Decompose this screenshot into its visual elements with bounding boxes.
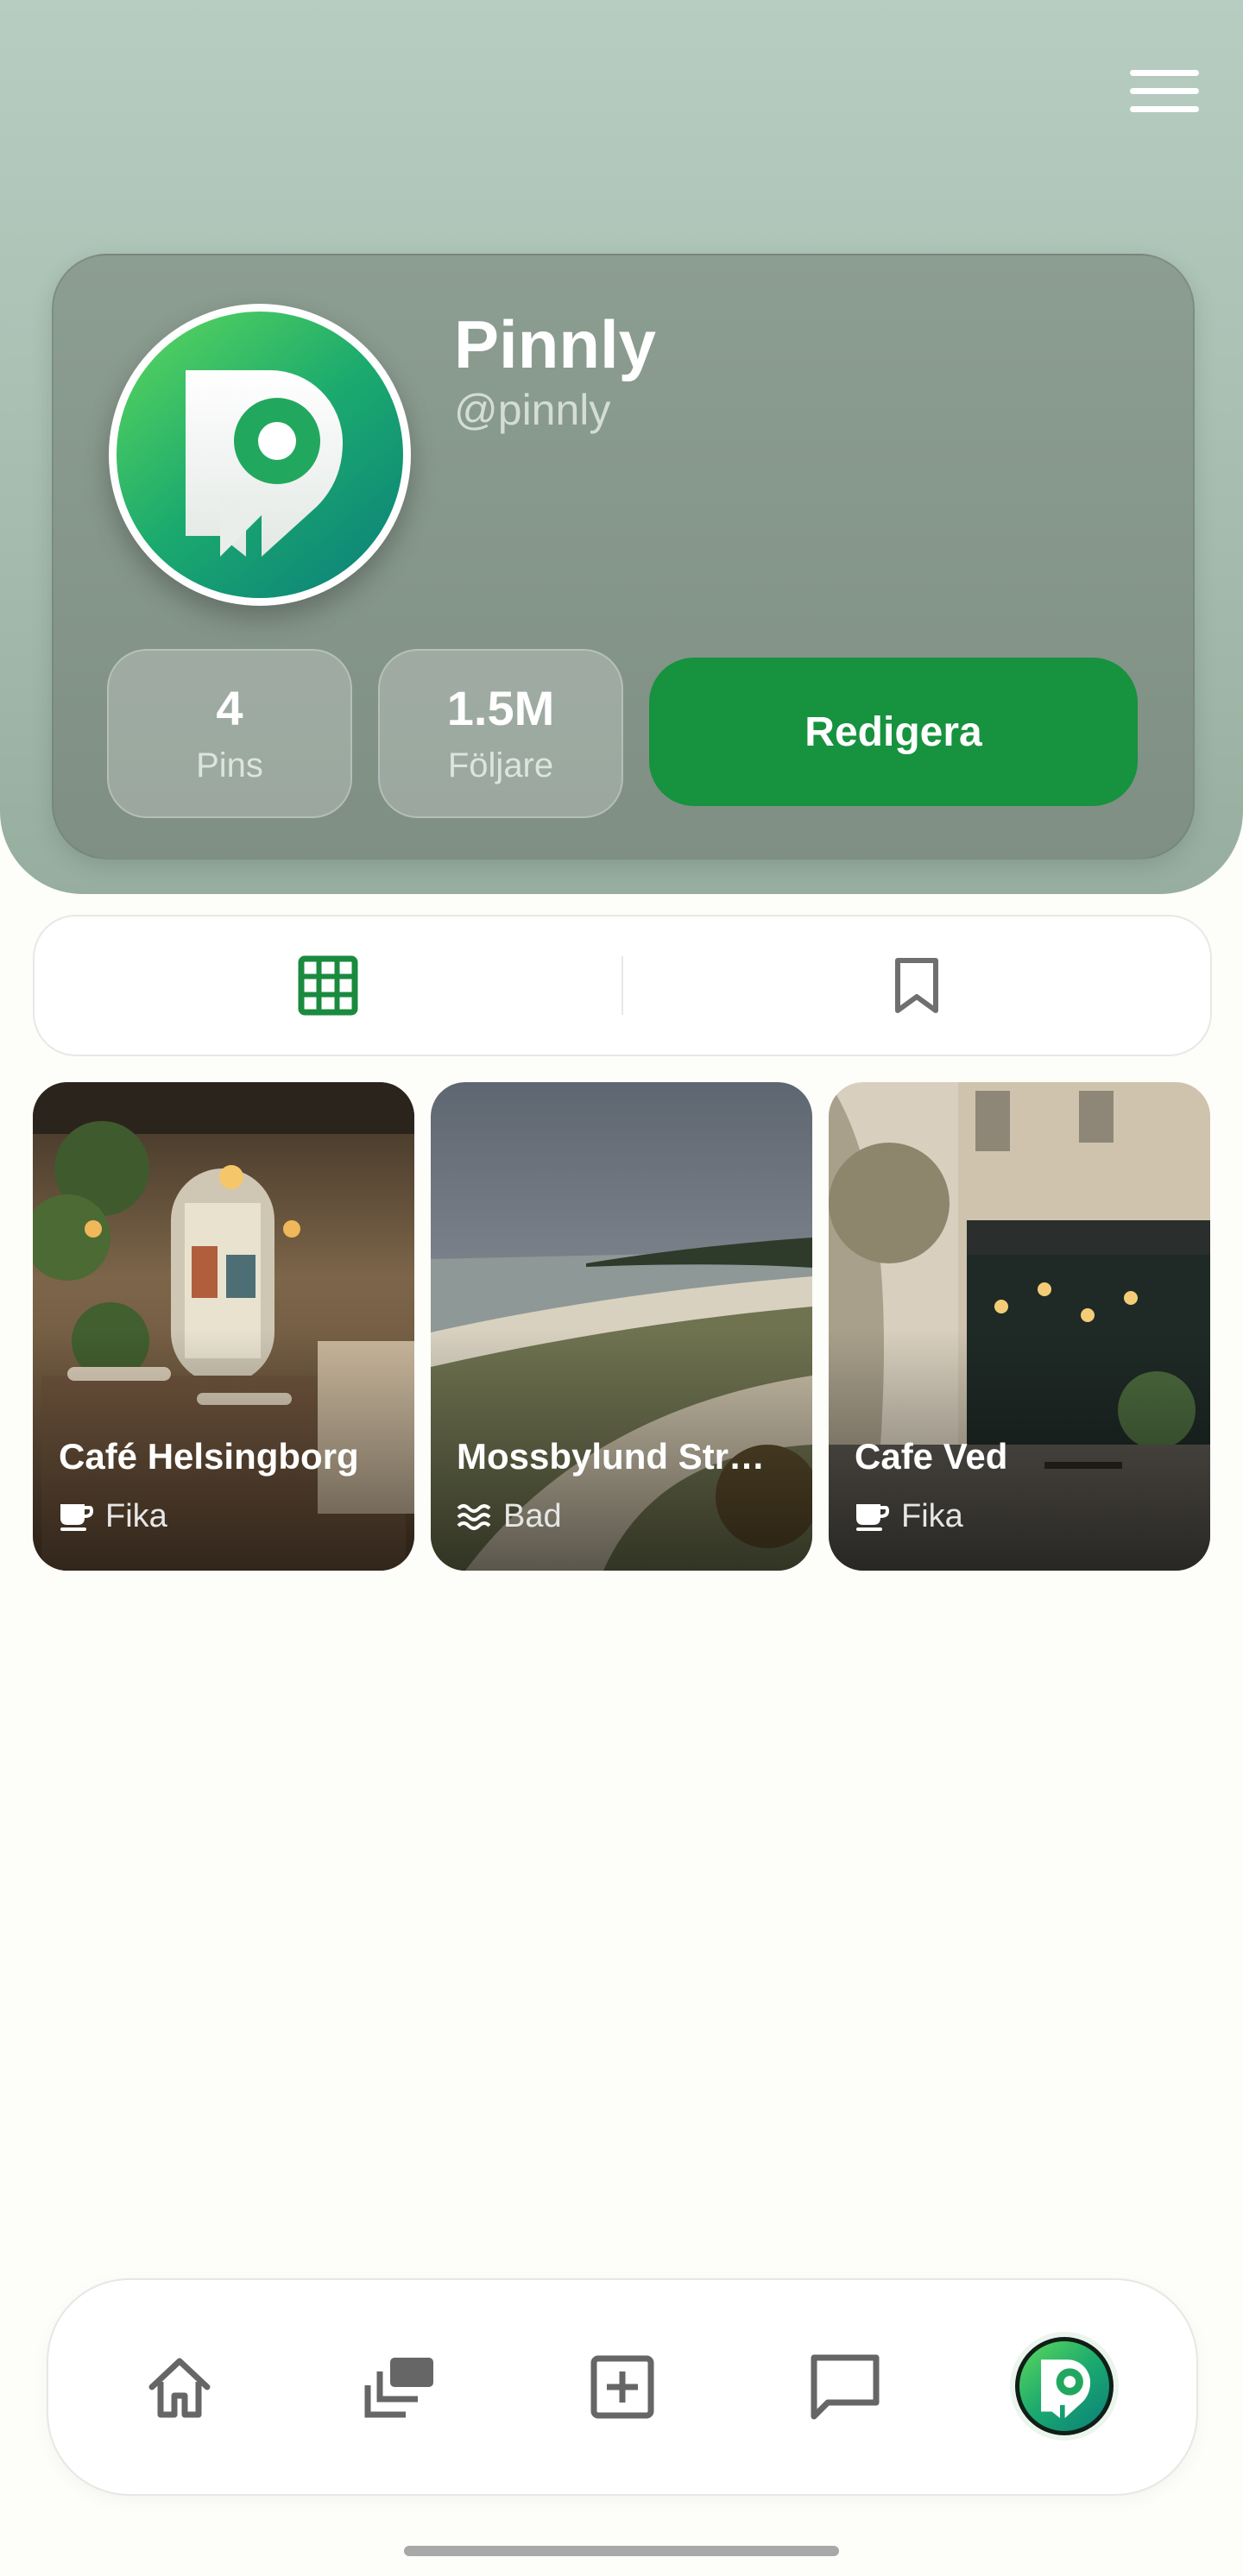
profile-avatar-icon xyxy=(1041,2359,1091,2418)
bottom-navigation xyxy=(47,2278,1198,2496)
stat-followers[interactable]: 1.5M Följare xyxy=(378,649,623,818)
pin-category: Fika xyxy=(59,1496,167,1536)
pin-card[interactable]: Café Helsingborg Fika xyxy=(33,1082,414,1571)
pin-title: Café Helsingborg xyxy=(59,1436,359,1477)
pin-category-label: Bad xyxy=(503,1497,562,1534)
stat-label: Följare xyxy=(447,746,554,784)
pin-category-label: Fika xyxy=(105,1497,167,1534)
pin-title: Cafe Ved xyxy=(855,1436,1008,1477)
chat-icon xyxy=(811,2354,880,2420)
profile-header: Pinnly @pinnly 4 Pins 1.5M Följare Redig… xyxy=(0,0,1243,894)
stat-pins[interactable]: 4 Pins xyxy=(107,649,352,818)
waves-icon xyxy=(457,1504,491,1530)
menu-button[interactable] xyxy=(1126,60,1203,121)
profile-tabs xyxy=(33,915,1212,1056)
nav-feed[interactable] xyxy=(349,2280,452,2494)
pin-card[interactable]: Mossbylund Str… Bad xyxy=(431,1082,812,1571)
stacked-cards-icon xyxy=(364,2358,433,2418)
nav-home[interactable] xyxy=(128,2280,231,2494)
tab-grid[interactable] xyxy=(35,916,622,1055)
nav-add[interactable] xyxy=(571,2280,674,2494)
profile-handle: @pinnly xyxy=(454,386,611,434)
profile-card: Pinnly @pinnly 4 Pins 1.5M Följare Redig… xyxy=(52,254,1195,860)
stat-value: 4 xyxy=(216,681,243,735)
bookmark-icon xyxy=(895,958,938,1013)
pin-category: Bad xyxy=(457,1496,562,1536)
home-icon xyxy=(148,2358,211,2418)
coffee-cup-icon xyxy=(856,1504,889,1531)
pin-category-label: Fika xyxy=(901,1497,963,1534)
avatar[interactable] xyxy=(109,304,411,606)
stat-label: Pins xyxy=(196,746,263,784)
tab-saved[interactable] xyxy=(623,916,1210,1055)
stat-value: 1.5M xyxy=(446,681,555,735)
add-square-icon xyxy=(590,2355,654,2419)
profile-name: Pinnly xyxy=(454,306,657,382)
home-indicator[interactable] xyxy=(404,2546,839,2556)
nav-messages[interactable] xyxy=(793,2280,897,2494)
pin-title: Mossbylund Str… xyxy=(457,1436,766,1477)
nav-profile[interactable] xyxy=(1010,2332,1119,2441)
pin-card[interactable]: Cafe Ved Fika xyxy=(829,1082,1210,1571)
pinnly-logo-icon xyxy=(186,370,343,557)
pin-category: Fika xyxy=(855,1496,963,1536)
coffee-cup-icon xyxy=(60,1504,93,1531)
grid-icon xyxy=(298,955,358,1016)
edit-profile-button[interactable]: Redigera xyxy=(649,658,1138,806)
hamburger-menu-icon xyxy=(1130,69,1199,76)
